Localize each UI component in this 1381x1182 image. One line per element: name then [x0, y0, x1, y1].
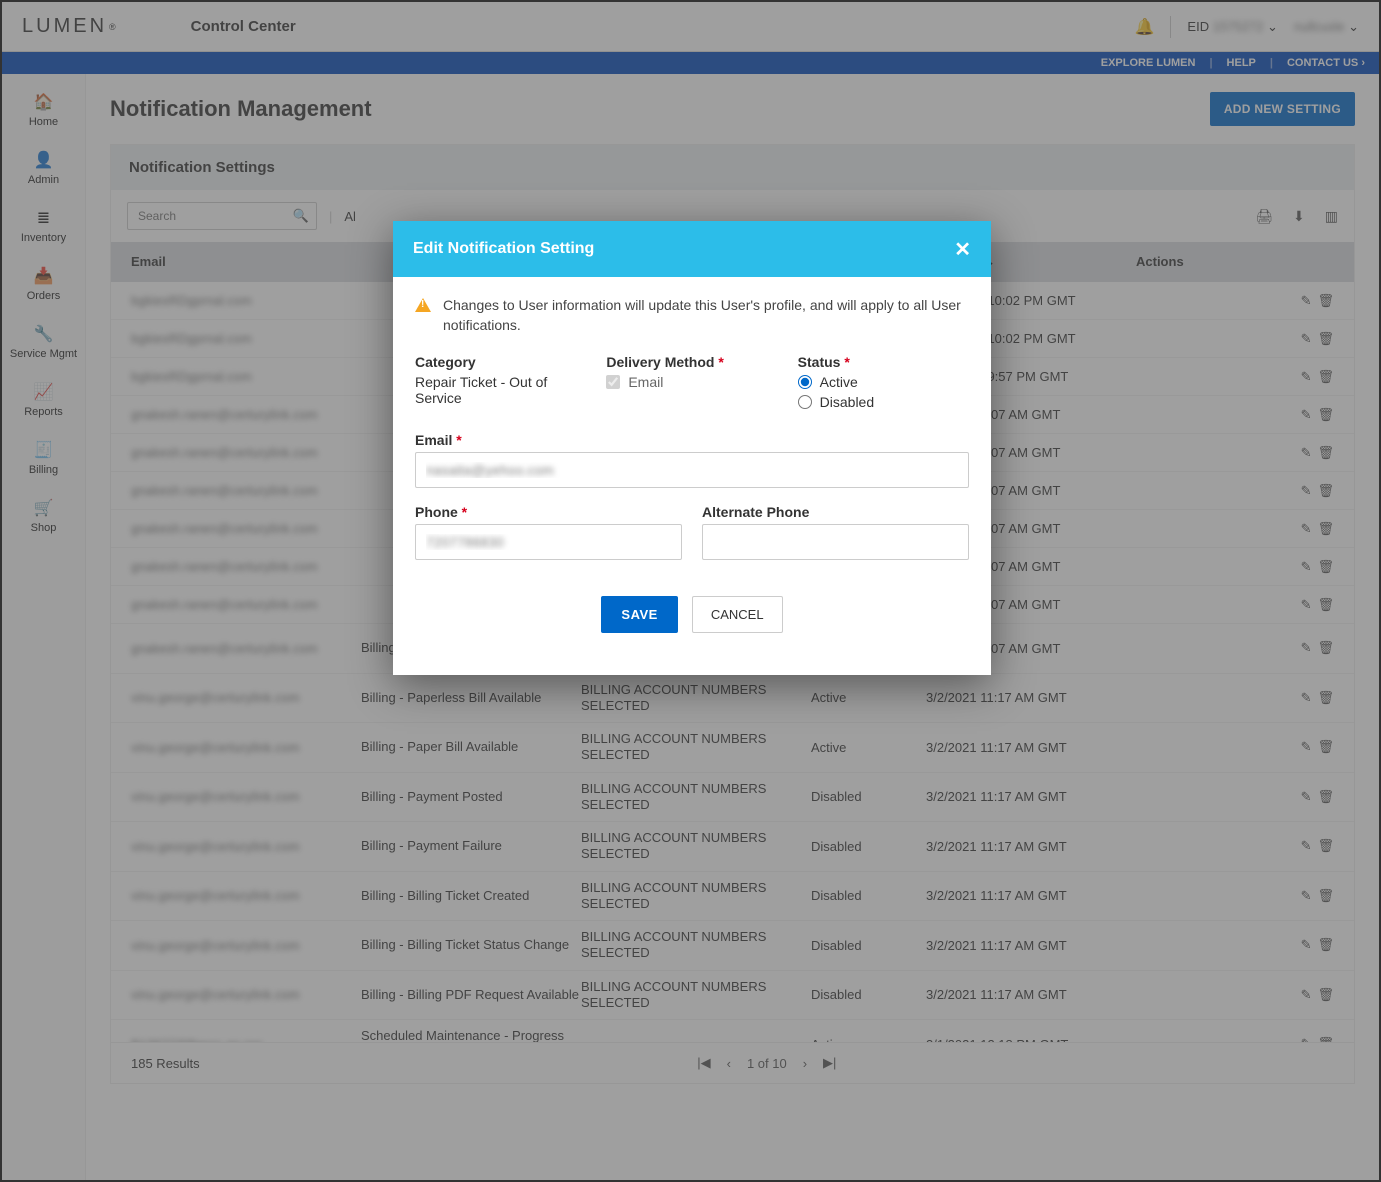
status-disabled-radio[interactable]: Disabled: [798, 394, 969, 410]
edit-notification-modal: Edit Notification Setting ✕ Changes to U…: [393, 221, 991, 675]
alternate-phone-input[interactable]: [702, 524, 969, 560]
alternate-phone-label: Alternate Phone: [702, 504, 969, 520]
modal-title: Edit Notification Setting: [413, 240, 594, 258]
category-label: Category: [415, 354, 586, 370]
category-value: Repair Ticket - Out of Service: [415, 374, 547, 406]
status-active-radio[interactable]: Active: [798, 374, 969, 390]
delivery-email-checkbox[interactable]: Email: [606, 374, 777, 390]
email-label: Email *: [415, 432, 969, 448]
phone-label: Phone *: [415, 504, 682, 520]
status-label: Status *: [798, 354, 969, 370]
modal-info-text: Changes to User information will update …: [443, 295, 969, 336]
cancel-button[interactable]: CANCEL: [692, 596, 783, 633]
save-button[interactable]: SAVE: [601, 596, 677, 633]
warning-icon: [415, 298, 431, 312]
phone-input[interactable]: [415, 524, 682, 560]
close-icon[interactable]: ✕: [954, 237, 971, 262]
email-input[interactable]: [415, 452, 969, 488]
delivery-method-label: Delivery Method *: [606, 354, 777, 370]
